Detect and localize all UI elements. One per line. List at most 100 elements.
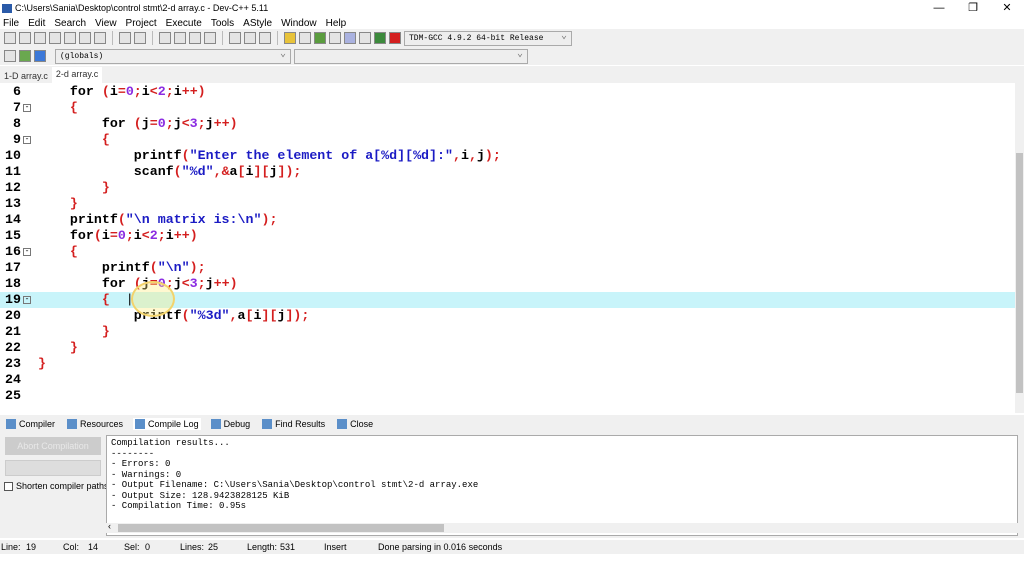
menu-help[interactable]: Help <box>326 18 347 29</box>
file-tab[interactable]: 2-d array.c <box>51 67 103 83</box>
code-line[interactable]: 11 scanf("%d",&a[i][j]); <box>0 164 1015 180</box>
code-line[interactable]: 8 for (j=0;j<3;j++) <box>0 116 1015 132</box>
stop-icon[interactable] <box>359 32 371 44</box>
close-file-icon[interactable] <box>64 32 76 44</box>
sel-label: Sel: <box>124 542 140 552</box>
menu-view[interactable]: View <box>95 18 117 29</box>
redo-icon[interactable] <box>134 32 146 44</box>
goto-icon[interactable] <box>189 32 201 44</box>
tab-icon <box>337 419 348 429</box>
line-number: 13 <box>5 196 21 211</box>
save-all-icon[interactable] <box>49 32 61 44</box>
checkbox-box[interactable] <box>4 481 13 491</box>
toggle-bookmark-icon[interactable] <box>259 32 271 44</box>
length-label: Length: <box>247 542 278 552</box>
fold-toggle-icon[interactable]: - <box>23 296 31 304</box>
abort-compilation-button[interactable]: Abort Compilation <box>5 437 101 455</box>
tab-compiler[interactable]: Compiler <box>4 418 57 430</box>
code-line[interactable]: 9- { <box>0 132 1015 148</box>
maximize-button[interactable]: ❐ <box>956 0 990 16</box>
tab-icon <box>262 419 273 429</box>
code-line[interactable]: 10 printf("Enter the element of a[%d][%d… <box>0 148 1015 164</box>
compile-icon[interactable] <box>284 32 296 44</box>
close-all-icon[interactable] <box>79 32 91 44</box>
menu-execute[interactable]: Execute <box>166 18 202 29</box>
tab-label: Debug <box>223 419 251 429</box>
replace-icon[interactable] <box>174 32 186 44</box>
parse-status: Done parsing in 0.016 seconds <box>378 542 503 552</box>
code-line[interactable]: 23} <box>0 356 1015 372</box>
close-button[interactable]: ✕ <box>990 0 1024 16</box>
menu-astyle[interactable]: AStyle <box>243 18 272 29</box>
code-line[interactable]: 24 <box>0 372 1015 388</box>
indent-icon[interactable] <box>229 32 241 44</box>
menu-window[interactable]: Window <box>281 18 317 29</box>
main-toolbar: TDM-GCC 4.9.2 64-bit Release <box>0 29 1024 47</box>
code-editor[interactable]: 6 for (i=0;i<2;i++) 7- {8 for (j=0;j<3;j+… <box>0 83 1024 413</box>
compile-run-icon[interactable] <box>314 32 326 44</box>
code-line[interactable]: 22 } <box>0 340 1015 356</box>
code-text: printf("%3d",a[i][j]); <box>133 308 310 323</box>
code-text: printf("\n"); <box>101 260 206 275</box>
new-file-icon[interactable] <box>4 32 16 44</box>
code-line[interactable]: 14 printf("\n matrix is:\n"); <box>0 212 1015 228</box>
open-icon[interactable] <box>19 32 31 44</box>
toggle-icon[interactable] <box>34 50 46 62</box>
minimize-button[interactable]: — <box>922 0 956 16</box>
shorten-paths-checkbox[interactable]: Shorten compiler paths <box>4 481 109 491</box>
code-text: printf("\n matrix is:\n"); <box>69 212 278 227</box>
code-text: { <box>69 100 78 115</box>
fold-toggle-icon[interactable]: - <box>23 104 31 112</box>
code-line[interactable]: 15 for(i=0;i<2;i++) <box>0 228 1015 244</box>
code-line[interactable]: 7- { <box>0 100 1015 116</box>
debug-icon[interactable] <box>389 32 401 44</box>
check-syntax-icon[interactable] <box>344 32 356 44</box>
undo-icon[interactable] <box>119 32 131 44</box>
tab-resources[interactable]: Resources <box>65 418 125 430</box>
function-select[interactable] <box>294 48 528 64</box>
tab-close[interactable]: Close <box>335 418 375 430</box>
insert-icon[interactable] <box>19 50 31 62</box>
tab-debug[interactable]: Debug <box>209 418 253 430</box>
find-icon[interactable] <box>159 32 171 44</box>
print-icon[interactable] <box>94 32 106 44</box>
code-line[interactable]: 12 } <box>0 180 1015 196</box>
code-line[interactable]: 6 for (i=0;i<2;i++) <box>0 84 1015 100</box>
code-line[interactable]: 25 <box>0 388 1015 404</box>
bottom-tabs: Compiler Resources Compile Log Debug Find Re… <box>0 415 1024 433</box>
horizontal-scrollbar[interactable]: ‹ <box>106 521 1018 533</box>
fold-toggle-icon[interactable]: - <box>23 248 31 256</box>
tab-icon <box>210 419 221 429</box>
file-tab[interactable]: 1-D array.c <box>0 69 52 83</box>
rebuild-icon[interactable] <box>329 32 341 44</box>
code-line[interactable]: 13 } <box>0 196 1015 212</box>
class-browser-icon[interactable] <box>4 50 16 62</box>
code-line[interactable]: 21 } <box>0 324 1015 340</box>
line-number: 8 <box>13 116 21 131</box>
menu-project[interactable]: Project <box>126 18 157 29</box>
save-icon[interactable] <box>34 32 46 44</box>
compile-log-output: Compilation results... -------- - Errors: … <box>106 435 1018 536</box>
tab-find-results[interactable]: Find Results <box>260 418 327 430</box>
scroll-thumb[interactable] <box>1016 153 1023 393</box>
scope-select[interactable]: (globals) <box>55 48 291 64</box>
menu-tools[interactable]: Tools <box>211 18 234 29</box>
code-line[interactable]: 17 printf("\n"); <box>0 260 1015 276</box>
fold-toggle-icon[interactable]: - <box>23 136 31 144</box>
scroll-thumb[interactable] <box>118 524 444 532</box>
vertical-scrollbar[interactable] <box>1015 83 1024 413</box>
unindent-icon[interactable] <box>244 32 256 44</box>
menu-file[interactable]: File <box>3 18 19 29</box>
menu-edit[interactable]: Edit <box>28 18 45 29</box>
goto-line-icon[interactable] <box>204 32 216 44</box>
line-number: 10 <box>5 148 21 163</box>
tab-icon <box>135 419 146 429</box>
code-line[interactable]: 16- { <box>0 244 1015 260</box>
compile-log-panel: Abort Compilation Shorten compiler paths… <box>0 433 1024 538</box>
run-icon[interactable] <box>299 32 311 44</box>
compiler-select[interactable]: TDM-GCC 4.9.2 64-bit Release <box>404 30 572 46</box>
tab-compile-log[interactable]: Compile Log <box>133 418 201 430</box>
profile-icon[interactable] <box>374 32 386 44</box>
log-line: - Output Size: 128.9423828125 KiB <box>111 490 290 501</box>
menu-search[interactable]: Search <box>54 18 86 29</box>
